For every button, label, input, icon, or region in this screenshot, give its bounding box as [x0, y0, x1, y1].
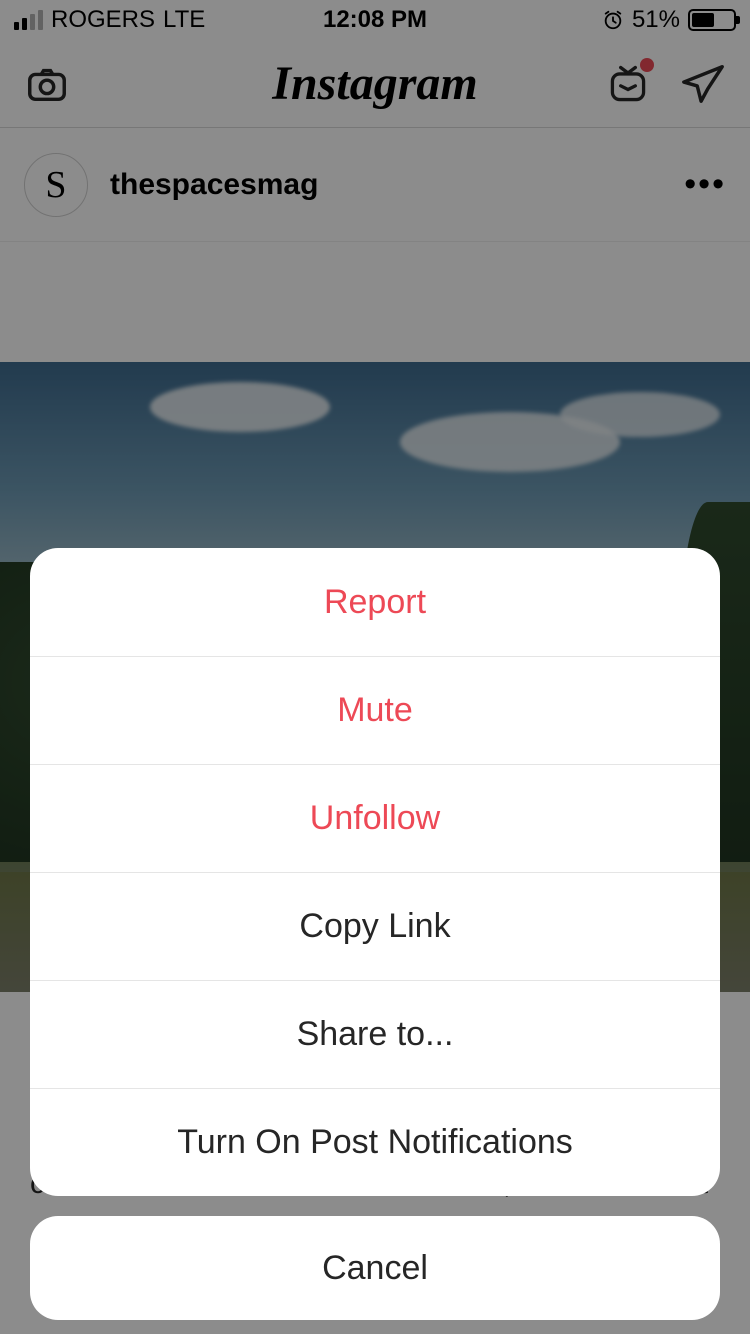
notification-dot-icon — [640, 58, 654, 72]
action-sheet: Report Mute Unfollow Copy Link Share to.… — [30, 548, 720, 1320]
signal-icon — [14, 10, 43, 30]
avatar-letter: S — [45, 163, 66, 207]
brand-logo: Instagram — [272, 56, 477, 111]
post-username[interactable]: thespacesmag — [110, 168, 318, 202]
share-to-button[interactable]: Share to... — [30, 980, 720, 1088]
status-time: 12:08 PM — [323, 6, 427, 34]
status-bar: ROGERS LTE 12:08 PM 51% — [0, 0, 750, 40]
post-header: S thespacesmag ••• — [0, 128, 750, 242]
post-notifications-button[interactable]: Turn On Post Notifications — [30, 1088, 720, 1196]
igtv-icon[interactable] — [606, 62, 650, 106]
battery-pct: 51% — [632, 6, 680, 34]
app-nav: Instagram — [0, 40, 750, 128]
battery-icon — [688, 9, 736, 31]
cancel-button[interactable]: Cancel — [30, 1216, 720, 1320]
more-options-icon[interactable]: ••• — [684, 165, 726, 204]
mute-button[interactable]: Mute — [30, 656, 720, 764]
alarm-icon — [602, 9, 624, 31]
avatar[interactable]: S — [24, 153, 88, 217]
report-button[interactable]: Report — [30, 548, 720, 656]
copy-link-button[interactable]: Copy Link — [30, 872, 720, 980]
unfollow-button[interactable]: Unfollow — [30, 764, 720, 872]
direct-message-icon[interactable] — [680, 61, 726, 107]
carrier-label: ROGERS — [51, 6, 155, 34]
network-label: LTE — [163, 6, 205, 34]
camera-icon[interactable] — [24, 61, 70, 107]
